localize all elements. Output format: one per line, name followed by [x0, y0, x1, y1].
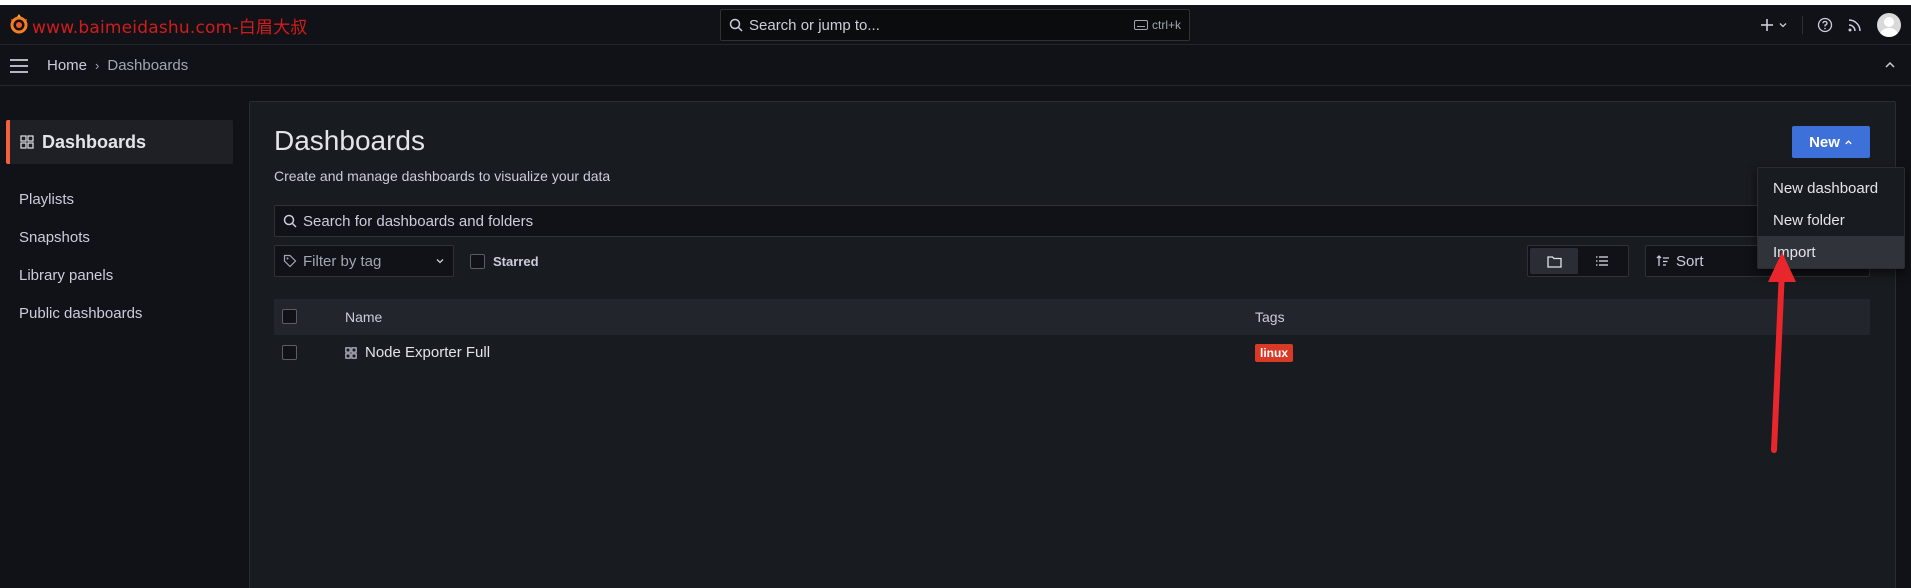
- row-checkbox[interactable]: [282, 345, 297, 360]
- menu-item-new-dashboard[interactable]: New dashboard: [1758, 172, 1904, 204]
- divider: [1802, 16, 1803, 34]
- chevron-up-icon[interactable]: [1883, 58, 1897, 72]
- menu-item-new-folder[interactable]: New folder: [1758, 204, 1904, 236]
- global-search-placeholder: Search or jump to...: [749, 16, 880, 34]
- tag-filter-placeholder: Filter by tag: [303, 252, 382, 270]
- tag-badge[interactable]: linux: [1255, 344, 1294, 362]
- column-header-name[interactable]: Name: [345, 309, 382, 325]
- column-header-tags: Tags: [1255, 309, 1285, 325]
- sort-placeholder: Sort: [1676, 252, 1704, 270]
- dashboard-link[interactable]: Node Exporter Full: [345, 344, 490, 361]
- tag-filter-select[interactable]: Filter by tag: [274, 245, 454, 277]
- new-button[interactable]: New: [1792, 126, 1870, 158]
- starred-filter[interactable]: Starred: [470, 254, 539, 269]
- breadcrumb-home[interactable]: Home: [47, 57, 87, 74]
- grafana-logo-icon[interactable]: [8, 13, 30, 35]
- sidebar-item-dashboards[interactable]: Dashboards: [6, 120, 233, 164]
- sidebar-item-snapshots[interactable]: Snapshots: [19, 229, 90, 246]
- top-right-actions: [1760, 9, 1901, 41]
- dashboard-search-placeholder: Search for dashboards and folders: [303, 212, 534, 230]
- user-avatar[interactable]: [1877, 13, 1901, 37]
- chevron-down-icon: [436, 259, 444, 264]
- page-title: Dashboards: [274, 125, 425, 156]
- sidebar-item-public-dashboards[interactable]: Public dashboards: [19, 305, 142, 322]
- starred-label: Starred: [493, 254, 539, 269]
- help-icon[interactable]: [1817, 17, 1833, 33]
- breadcrumb-bar: Home › Dashboards: [0, 46, 1911, 86]
- dashboard-name: Node Exporter Full: [365, 344, 491, 361]
- keyboard-icon: [1133, 20, 1148, 30]
- menu-icon[interactable]: [9, 58, 29, 74]
- breadcrumb: Home › Dashboards: [47, 57, 188, 74]
- new-button-label: New: [1809, 133, 1840, 151]
- select-all-checkbox[interactable]: [282, 309, 297, 324]
- add-new-button[interactable]: [1760, 18, 1788, 32]
- news-rss-icon[interactable]: [1847, 17, 1863, 33]
- folder-icon: [1546, 255, 1562, 268]
- watermark-text: www.baimeidashu.com-白眉大叔: [32, 18, 308, 38]
- chevron-up-icon: [1845, 139, 1852, 144]
- folder-view-button[interactable]: [1530, 248, 1578, 274]
- sidebar: Dashboards Playlists Snapshots Library p…: [0, 87, 240, 588]
- breadcrumb-separator: ›: [95, 58, 100, 73]
- annotation-arrow: [1768, 252, 1796, 453]
- chevron-down-icon: [1779, 23, 1787, 28]
- apps-grid-icon: [20, 135, 34, 149]
- starred-checkbox[interactable]: [470, 254, 485, 269]
- dashboard-search-input[interactable]: Search for dashboards and folders: [274, 205, 1870, 237]
- sort-amount-icon: [1656, 255, 1669, 266]
- plus-icon: [1761, 19, 1773, 31]
- table-header: Name Tags: [274, 299, 1870, 335]
- global-search-input[interactable]: Search or jump to... ctrl+k: [720, 9, 1190, 41]
- sidebar-item-playlists[interactable]: Playlists: [19, 191, 74, 208]
- sidebar-item-library-panels[interactable]: Library panels: [19, 267, 113, 284]
- search-icon: [283, 214, 297, 228]
- top-navbar: www.baimeidashu.com-白眉大叔 Search or jump …: [0, 5, 1911, 45]
- list-icon: [1596, 256, 1608, 266]
- sidebar-active-label: Dashboards: [42, 131, 147, 152]
- tag-icon: [283, 254, 297, 268]
- main-content: Dashboards Create and manage dashboards …: [249, 101, 1896, 588]
- apps-grid-icon: [345, 346, 357, 359]
- breadcrumb-current: Dashboards: [107, 57, 189, 74]
- view-toggle: [1527, 245, 1629, 277]
- search-icon: [729, 18, 743, 32]
- table-row[interactable]: Node Exporter Full linux: [274, 335, 1870, 371]
- shortcut-text: ctrl+k: [1151, 18, 1181, 32]
- keyboard-shortcut-hint: ctrl+k: [1133, 18, 1181, 32]
- page-subtitle: Create and manage dashboards to visualiz…: [274, 168, 611, 184]
- list-view-button[interactable]: [1578, 248, 1626, 274]
